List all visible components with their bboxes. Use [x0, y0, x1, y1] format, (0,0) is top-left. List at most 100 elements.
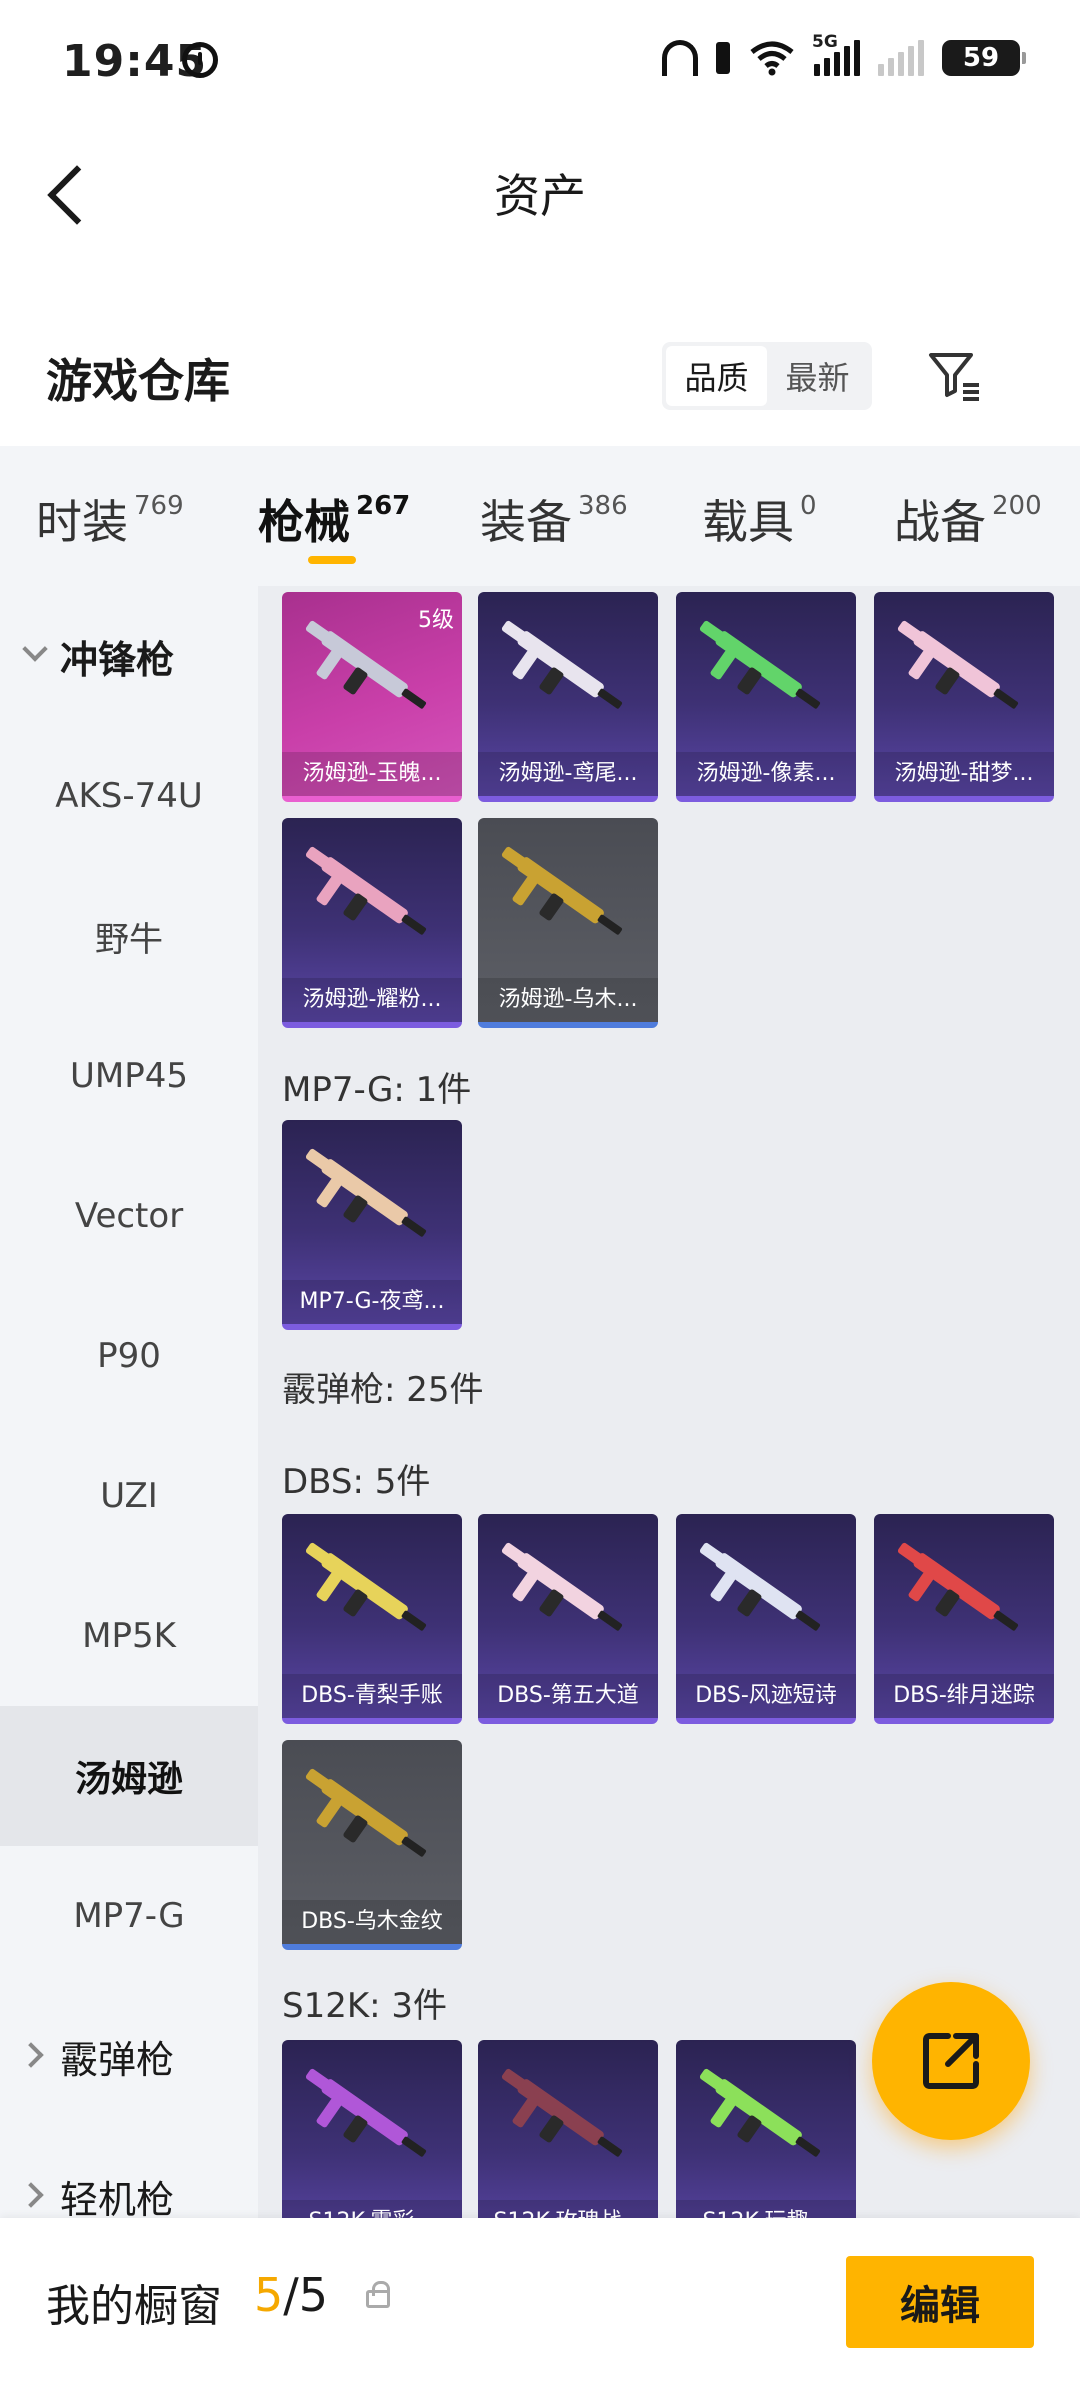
- weapon-name: 汤姆逊-乌木...: [478, 978, 658, 1022]
- weapon-card[interactable]: DBS-绯月迷踪: [874, 1514, 1054, 1724]
- weapon-card[interactable]: MP7-G-夜鸢...: [282, 1120, 462, 1330]
- weapon-card[interactable]: DBS-第五大道: [478, 1514, 658, 1724]
- sidebar-item-label: 冲锋枪: [60, 637, 175, 682]
- tab-count: 386: [578, 491, 628, 521]
- weapon-category-sidebar: 冲锋枪 AKS-74U 野牛 UMP45 Vector P90 UZI MP5K…: [0, 586, 258, 2218]
- weapon-image: [897, 620, 1019, 709]
- weapon-image: [501, 620, 623, 709]
- weapon-name: 汤姆逊-像素...: [676, 752, 856, 796]
- sidebar-group-smg[interactable]: 冲锋枪: [0, 586, 258, 726]
- weapon-image: [699, 1542, 821, 1631]
- weapon-card[interactable]: 汤姆逊-耀粉...: [282, 818, 462, 1028]
- chevron-right-icon: [18, 2042, 44, 2068]
- weapon-name: 汤姆逊-玉魄...: [282, 752, 462, 796]
- weapon-name: DBS-乌木金纹: [282, 1900, 462, 1944]
- sidebar-item-ump45[interactable]: UMP45: [0, 1006, 258, 1146]
- sidebar-item-label: 轻机枪: [60, 2177, 175, 2219]
- section-title-mp7g: MP7-G: 1件: [282, 1070, 472, 1110]
- share-external-icon: [923, 2033, 979, 2089]
- weapon-image: [305, 2068, 427, 2157]
- weapon-level: 5级: [418, 608, 454, 633]
- alarm-icon: [182, 42, 218, 78]
- chevron-down-icon: [22, 636, 48, 662]
- sidebar-item-p90[interactable]: P90: [0, 1286, 258, 1426]
- weapon-card[interactable]: DBS-青梨手账: [282, 1514, 462, 1724]
- showcase-bar: 我的橱窗 5/5 编辑: [0, 2218, 1080, 2382]
- chevron-right-icon: [18, 2182, 44, 2208]
- sort-latest-button[interactable]: 最新: [767, 346, 868, 406]
- showcase-count-total: 5: [298, 2268, 329, 2322]
- sidebar-item-vector[interactable]: Vector: [0, 1146, 258, 1286]
- weapon-image: [305, 620, 427, 709]
- category-tabs: 时装 769 枪械 267 装备 386 载具 0 战备 200: [0, 446, 1080, 586]
- active-tab-indicator: [308, 556, 356, 564]
- status-icons: 5G 59: [662, 32, 1026, 76]
- tab-equipment[interactable]: 装备 386: [480, 486, 628, 552]
- sidebar-item-uzi[interactable]: UZI: [0, 1426, 258, 1566]
- weapon-card[interactable]: S12K-霓彩...: [282, 2040, 462, 2218]
- page-title: 资产: [494, 169, 586, 223]
- weapon-card[interactable]: 汤姆逊-甜梦...: [874, 592, 1054, 802]
- sidebar-item-label: 霰弹枪: [60, 2037, 175, 2082]
- sidebar-item-thompson[interactable]: 汤姆逊: [0, 1706, 258, 1846]
- share-fab-button[interactable]: [872, 1982, 1030, 2140]
- weapon-name: S12K-霓彩...: [282, 2200, 462, 2218]
- tab-firearms[interactable]: 枪械 267: [258, 486, 410, 552]
- tab-supplies[interactable]: 战备 200: [894, 486, 1042, 552]
- weapon-image: [305, 1148, 427, 1237]
- edit-button[interactable]: 编辑: [846, 2256, 1034, 2348]
- tab-fashion[interactable]: 时装 769: [36, 486, 184, 552]
- weapon-name: 汤姆逊-甜梦...: [874, 752, 1054, 796]
- showcase-count-sep: /: [283, 2268, 299, 2322]
- weapon-image: [501, 1542, 623, 1631]
- weapon-image: [699, 620, 821, 709]
- weapon-name: MP7-G-夜鸢...: [282, 1280, 462, 1324]
- weapon-image: [305, 846, 427, 935]
- sidebar-item-bizon[interactable]: 野牛: [0, 866, 258, 1006]
- weapon-image: [305, 1768, 427, 1857]
- filter-button[interactable]: [925, 345, 985, 405]
- tab-count: 769: [134, 491, 184, 521]
- sidebar-group-shotgun[interactable]: 霰弹枪: [0, 1986, 258, 2126]
- tab-label: 装备: [480, 495, 572, 549]
- weapon-card[interactable]: DBS-风迹短诗: [676, 1514, 856, 1724]
- tab-count: 267: [356, 491, 411, 521]
- weapon-card[interactable]: 汤姆逊-像素...: [676, 592, 856, 802]
- weapon-card[interactable]: 汤姆逊-乌木...: [478, 818, 658, 1028]
- showcase-count: 5/5: [254, 2268, 328, 2322]
- warehouse-title: 游戏仓库: [46, 354, 230, 408]
- weapon-image: [897, 1542, 1019, 1631]
- showcase-count-current: 5: [254, 2268, 284, 2322]
- earbud-battery-icon: [716, 42, 730, 74]
- signal-sim2-icon: [878, 40, 924, 76]
- wifi-icon: [750, 41, 794, 76]
- weapon-card[interactable]: 5级汤姆逊-玉魄...: [282, 592, 462, 802]
- weapon-image: [501, 846, 623, 935]
- sidebar-item-mp7g[interactable]: MP7-G: [0, 1846, 258, 1986]
- battery-icon: 59: [942, 40, 1026, 76]
- sort-quality-button[interactable]: 品质: [666, 346, 767, 406]
- tab-count: 200: [992, 491, 1042, 521]
- tab-label: 时装: [36, 495, 128, 549]
- weapon-card[interactable]: S12K-玫瑰战...: [478, 2040, 658, 2218]
- section-title-s12k: S12K: 3件: [282, 1986, 448, 2026]
- weapon-name: S12K-玫瑰战...: [478, 2200, 658, 2218]
- weapon-grid: 5级 汤姆逊-玉魄... 汤姆逊-鸢尾... 汤姆逊-像素... 汤姆逊-甜梦... 汤姆…: [258, 586, 1080, 2218]
- sidebar-item-aks74u[interactable]: AKS-74U: [0, 726, 258, 866]
- tab-label: 枪械: [258, 495, 350, 549]
- weapon-card[interactable]: 汤姆逊-鸢尾...: [478, 592, 658, 802]
- tab-vehicles[interactable]: 载具 0: [702, 486, 817, 552]
- lock-icon: [366, 2281, 390, 2308]
- weapon-card[interactable]: DBS-乌木金纹: [282, 1740, 462, 1950]
- sort-toggle: 品质 最新: [662, 342, 872, 410]
- sidebar-item-mp5k[interactable]: MP5K: [0, 1566, 258, 1706]
- weapon-card[interactable]: S12K-玩趣...: [676, 2040, 856, 2218]
- sidebar-group-lmg[interactable]: 轻机枪: [0, 2126, 258, 2218]
- weapon-name: DBS-青梨手账: [282, 1674, 462, 1718]
- tab-count: 0: [800, 491, 817, 521]
- weapon-image: [501, 2068, 623, 2157]
- weapon-image: [305, 1542, 427, 1631]
- weapon-name: 汤姆逊-耀粉...: [282, 978, 462, 1022]
- weapon-name: DBS-绯月迷踪: [874, 1674, 1054, 1718]
- signal-5g-icon: 5G: [812, 32, 860, 76]
